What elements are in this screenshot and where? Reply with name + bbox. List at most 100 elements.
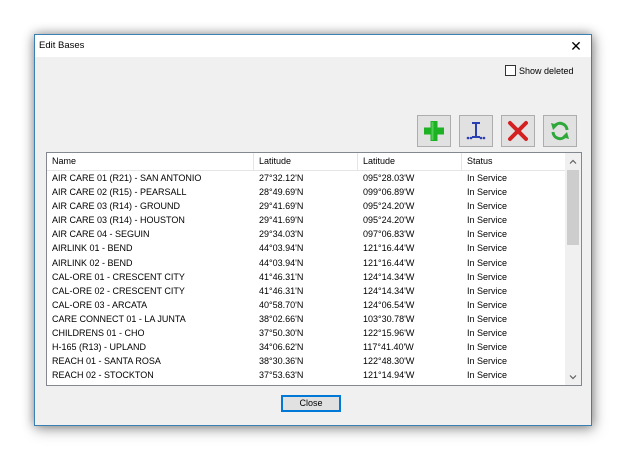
latitude-cell: 37°53.63'N [259, 370, 304, 381]
longitude-cell: 121°16.44'W [363, 257, 415, 268]
column-header-name[interactable]: Name [47, 153, 254, 170]
base-name-cell: AIR CARE 02 (R15) - PEARSALL [52, 187, 187, 198]
longitude-cell: 122°48.30'W [363, 356, 415, 367]
base-name-cell: CAL-ORE 03 - ARCATA [52, 299, 148, 310]
title-bar: Edit Bases ✕ [35, 35, 591, 57]
scrollbar-thumb[interactable] [567, 170, 579, 245]
base-name-cell: AIR CARE 03 (R14) - GROUND [52, 201, 181, 212]
status-cell: In Service [467, 215, 508, 226]
delete-x-icon [508, 121, 528, 141]
base-name-cell: REACH 01 - SANTA ROSA [52, 356, 161, 367]
table-row[interactable]: CARE CONNECT 01 - LA JUNTA 38°02.66'N 103°… [47, 312, 565, 326]
table-row[interactable]: AIR CARE 01 (R21) - SAN ANTONIO 27°32.12'… [47, 171, 565, 185]
edit-fields-icon [466, 122, 486, 140]
table-row[interactable]: AIR CARE 03 (R14) - HOUSTON 29°41.69'N 095… [47, 213, 565, 227]
latitude-cell: 44°03.94'N [259, 243, 304, 254]
table-row[interactable]: AIRLINK 02 - BEND 44°03.94'N 121°16.44'W In… [47, 256, 565, 270]
latitude-cell: 44°03.94'N [259, 257, 304, 268]
table-row[interactable]: REACH 02 - STOCKTON 37°53.63'N 121°14.94'W… [47, 368, 565, 382]
status-cell: In Service [467, 243, 508, 254]
table-row[interactable]: CAL-ORE 02 - CRESCENT CITY 41°46.31'N 124°… [47, 284, 565, 298]
refresh-icon [551, 121, 569, 141]
dialog-title: Edit Bases [39, 40, 85, 51]
longitude-cell: 095°24.20'W [363, 201, 415, 212]
table-row[interactable]: REACH 01 - SANTA ROSA 38°30.36'N 122°48.30… [47, 354, 565, 368]
latitude-cell: 37°50.30'N [259, 328, 304, 339]
status-cell: In Service [467, 187, 508, 198]
longitude-cell: 095°24.20'W [363, 215, 415, 226]
base-name-cell: REACH 02 - STOCKTON [52, 370, 154, 381]
delete-button[interactable] [501, 115, 535, 147]
base-name-cell: CHILDRENS 01 - CHO [52, 328, 145, 339]
base-name-cell: CARE CONNECT 01 - LA JUNTA [52, 313, 186, 324]
table-row[interactable]: AIRLINK 01 - BEND 44°03.94'N 121°16.44'W In… [47, 241, 565, 255]
bases-list[interactable]: Name Latitude Latitude Status AIR CARE 0… [46, 152, 582, 386]
status-cell: In Service [467, 370, 508, 381]
base-name-cell: CAL-ORE 01 - CRESCENT CITY [52, 271, 185, 282]
edit-button[interactable] [459, 115, 493, 147]
latitude-cell: 34°06.62'N [259, 342, 304, 353]
status-cell: In Service [467, 342, 508, 353]
longitude-cell: 121°14.94'W [363, 370, 415, 381]
latitude-cell: 29°34.03'N [259, 229, 304, 240]
close-icon[interactable]: ✕ [561, 35, 591, 57]
latitude-cell: 41°46.31'N [259, 271, 304, 282]
table-row[interactable]: H-165 (R13) - UPLAND 34°06.62'N 117°41.40'… [47, 340, 565, 354]
longitude-cell: 103°30.78'W [363, 313, 415, 324]
longitude-cell: 097°06.83'W [363, 229, 415, 240]
refresh-button[interactable] [543, 115, 577, 147]
status-cell: In Service [467, 285, 508, 296]
status-cell: In Service [467, 328, 508, 339]
column-header-longitude[interactable]: Latitude [358, 153, 462, 170]
scroll-up-icon[interactable] [565, 153, 581, 169]
add-button[interactable] [417, 115, 451, 147]
base-name-cell: CAL-ORE 02 - CRESCENT CITY [52, 285, 185, 296]
status-cell: In Service [467, 229, 508, 240]
close-button[interactable]: Close [281, 395, 341, 412]
latitude-cell: 41°46.31'N [259, 285, 304, 296]
edit-bases-dialog: Edit Bases ✕ Show deleted Name Latitude … [34, 34, 592, 426]
plus-icon [424, 121, 444, 141]
longitude-cell: 124°14.34'W [363, 271, 415, 282]
status-cell: In Service [467, 271, 508, 282]
base-name-cell: AIR CARE 03 (R14) - HOUSTON [52, 215, 185, 226]
table-header: Name Latitude Latitude Status [47, 153, 565, 171]
table-row[interactable]: CHILDRENS 01 - CHO 37°50.30'N 122°15.96'W I… [47, 326, 565, 340]
base-name-cell: H-165 (R13) - UPLAND [52, 342, 147, 353]
show-deleted-option[interactable]: Show deleted [505, 65, 574, 76]
status-cell: In Service [467, 257, 508, 268]
base-name-cell: AIRLINK 01 - BEND [52, 243, 133, 254]
table-row[interactable]: AIR CARE 02 (R15) - PEARSALL 28°49.69'N 09… [47, 185, 565, 199]
table-body: AIR CARE 01 (R21) - SAN ANTONIO 27°32.12'… [47, 171, 565, 382]
latitude-cell: 38°30.36'N [259, 356, 304, 367]
longitude-cell: 117°41.40'W [363, 342, 414, 353]
show-deleted-checkbox[interactable] [505, 65, 516, 76]
table-row[interactable]: AIR CARE 03 (R14) - GROUND 29°41.69'N 095°… [47, 199, 565, 213]
latitude-cell: 38°02.66'N [259, 313, 304, 324]
base-name-cell: AIR CARE 04 - SEGUIN [52, 229, 150, 240]
status-cell: In Service [467, 313, 508, 324]
latitude-cell: 29°41.69'N [259, 215, 304, 226]
latitude-cell: 29°41.69'N [259, 201, 304, 212]
longitude-cell: 099°06.89'W [363, 187, 415, 198]
latitude-cell: 40°58.70'N [259, 299, 304, 310]
status-cell: In Service [467, 356, 508, 367]
base-name-cell: AIRLINK 02 - BEND [52, 257, 133, 268]
column-header-status[interactable]: Status [462, 153, 565, 170]
show-deleted-label: Show deleted [519, 65, 574, 76]
longitude-cell: 122°15.96'W [363, 328, 415, 339]
longitude-cell: 095°28.03'W [363, 173, 415, 183]
column-header-latitude[interactable]: Latitude [254, 153, 358, 170]
table-row[interactable]: CAL-ORE 01 - CRESCENT CITY 41°46.31'N 124°… [47, 270, 565, 284]
longitude-cell: 124°14.34'W [363, 285, 415, 296]
table-row[interactable]: CAL-ORE 03 - ARCATA 40°58.70'N 124°06.54'W… [47, 298, 565, 312]
status-cell: In Service [467, 201, 508, 212]
status-cell: In Service [467, 173, 508, 183]
latitude-cell: 27°32.12'N [259, 173, 304, 183]
table-row[interactable]: AIR CARE 04 - SEGUIN 29°34.03'N 097°06.83'… [47, 227, 565, 241]
status-cell: In Service [467, 299, 508, 310]
longitude-cell: 121°16.44'W [363, 243, 415, 254]
vertical-scrollbar[interactable] [565, 153, 581, 385]
latitude-cell: 28°49.69'N [259, 187, 304, 198]
scroll-down-icon[interactable] [565, 369, 581, 385]
